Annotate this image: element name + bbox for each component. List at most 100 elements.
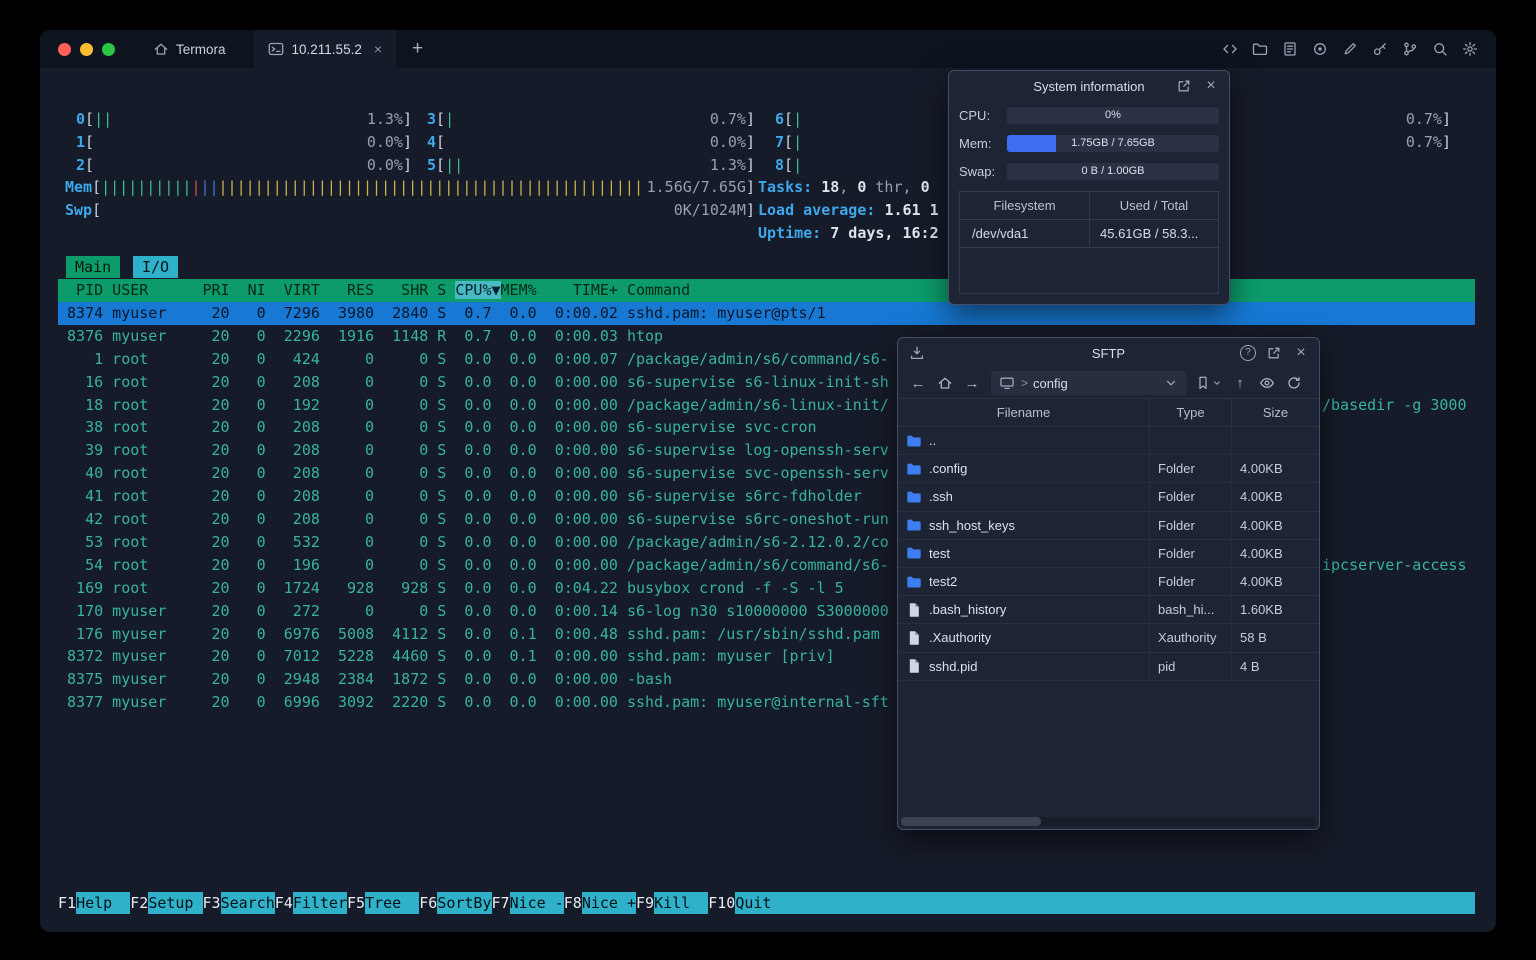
sftp-toolbar: ← → > config ↑ bbox=[898, 368, 1319, 398]
edit-icon[interactable] bbox=[1339, 39, 1360, 60]
file-name: .ssh bbox=[929, 489, 953, 505]
sftp-panel: SFTP ? × ← → > config ↑ Filename Type Si… bbox=[897, 337, 1320, 830]
fbar-filler bbox=[789, 892, 1475, 914]
code-icon[interactable] bbox=[1219, 39, 1240, 60]
fkey-f7[interactable]: F7 Nice - bbox=[492, 892, 564, 914]
minimize-window-button[interactable] bbox=[80, 42, 93, 56]
help-icon[interactable]: ? bbox=[1240, 345, 1256, 361]
memory-meter: Mem[|||||||||| | || |||||||||||||||||||||||… bbox=[65, 178, 755, 196]
filesystem-row: /dev/vda1 45.61GB / 58.3... bbox=[960, 220, 1218, 248]
transfers-icon[interactable] bbox=[908, 344, 926, 362]
mem-row: Mem: 1.75GB / 7.65GB bbox=[949, 129, 1229, 157]
search-icon[interactable] bbox=[1429, 39, 1450, 60]
computer-icon bbox=[998, 374, 1016, 392]
command-overflow: /basedir -g 3000 bbox=[1322, 395, 1467, 414]
session-tab[interactable]: 10.211.55.2 × bbox=[253, 30, 397, 68]
file-row[interactable]: .bash_history bash_hi... 1.60KB bbox=[898, 596, 1319, 625]
new-tab-button[interactable]: + bbox=[396, 38, 439, 60]
file-row[interactable]: .ssh Folder 4.00KB bbox=[898, 483, 1319, 512]
file-type: Folder bbox=[1149, 455, 1231, 483]
file-row[interactable]: .Xauthority Xauthority 58 B bbox=[898, 624, 1319, 653]
chevron-down-icon bbox=[1211, 377, 1222, 388]
sort-column-cpu[interactable]: CPU%▼ bbox=[455, 281, 501, 299]
file-row[interactable]: .. bbox=[898, 427, 1319, 456]
mem-bar: 1.75GB / 7.65GB bbox=[1007, 134, 1219, 152]
htop-tab-io[interactable]: I/O bbox=[133, 256, 179, 278]
col-filename[interactable]: Filename bbox=[898, 405, 1149, 420]
home-tab[interactable]: Termora bbox=[131, 30, 254, 68]
chevron-down-icon[interactable] bbox=[1162, 374, 1180, 392]
fkey-f4[interactable]: F4 Filter bbox=[275, 892, 347, 914]
home-tab-label: Termora bbox=[176, 41, 226, 57]
file-name: sshd.pid bbox=[929, 658, 978, 674]
file-row[interactable]: test Folder 4.00KB bbox=[898, 539, 1319, 568]
log-icon[interactable] bbox=[1279, 39, 1300, 60]
forward-button[interactable]: → bbox=[960, 371, 984, 395]
cpu-meter-row: 0[|| 1.3%] 3[| 0.7%] 6[| 0.7%] bbox=[40, 108, 1496, 131]
horizontal-scrollbar[interactable] bbox=[901, 817, 1316, 826]
htop-tab-main[interactable]: Main bbox=[66, 256, 121, 278]
resource-meters: CPU: 0% Mem: 1.75GB / 7.65GB Swap: 0 B / 1.00… bbox=[949, 101, 1229, 185]
close-panel-icon[interactable]: × bbox=[1292, 344, 1310, 362]
bookmark-button[interactable] bbox=[1194, 371, 1225, 395]
up-directory-button[interactable]: ↑ bbox=[1228, 371, 1252, 395]
file-name: .Xauthority bbox=[929, 630, 992, 646]
record-icon[interactable] bbox=[1309, 39, 1330, 60]
tasks-summary: Tasks: 18, 0 thr, 0 bbox=[758, 178, 930, 196]
show-hidden-button[interactable] bbox=[1255, 371, 1279, 395]
col-type[interactable]: Type bbox=[1149, 399, 1231, 426]
branch-icon[interactable] bbox=[1399, 39, 1420, 60]
fkey-f9[interactable]: F9 Kill bbox=[636, 892, 709, 914]
file-row[interactable]: ssh_host_keys Folder 4.00KB bbox=[898, 511, 1319, 540]
process-row[interactable]: 8374 myuser 20 0 7296 3980 2840 S 0.7 0.… bbox=[58, 301, 1475, 325]
file-size: 4 B bbox=[1231, 652, 1319, 680]
settings-icon[interactable] bbox=[1459, 39, 1480, 60]
col-size[interactable]: Size bbox=[1231, 399, 1319, 426]
zoom-window-button[interactable] bbox=[102, 42, 115, 56]
load-average: Load average: 1.61 1 bbox=[758, 201, 939, 219]
cpu-row: CPU: 0% bbox=[949, 101, 1229, 129]
file-row[interactable]: test2 Folder 4.00KB bbox=[898, 567, 1319, 597]
home-button[interactable] bbox=[933, 371, 957, 395]
home-icon bbox=[153, 41, 169, 57]
back-button[interactable]: ← bbox=[906, 371, 930, 395]
app-window: Termora 10.211.55.2 × + 0[|| 1.3%] 3[| 0.7%… bbox=[40, 30, 1496, 932]
fs-col-filesystem: Filesystem bbox=[993, 198, 1056, 213]
file-row[interactable]: sshd.pid pid 4 B bbox=[898, 652, 1319, 681]
file-type: pid bbox=[1149, 652, 1231, 680]
process-table-header[interactable]: PID USER PRI NI VIRT RES SHR S CPU%▼MEM%… bbox=[58, 279, 1475, 302]
tab-close-icon[interactable]: × bbox=[374, 41, 382, 57]
fkey-f6[interactable]: F6 SortBy bbox=[419, 892, 492, 914]
file-name: test2 bbox=[929, 574, 958, 590]
terminal-icon bbox=[268, 41, 284, 57]
folder-icon bbox=[906, 545, 922, 561]
path-breadcrumb[interactable]: > config bbox=[991, 371, 1187, 395]
command-overflow: ipcserver-access bbox=[1322, 555, 1467, 574]
file-row[interactable]: .config Folder 4.00KB bbox=[898, 455, 1319, 484]
refresh-button[interactable] bbox=[1282, 371, 1306, 395]
cpu-meter-4: 4[0.0%] bbox=[427, 133, 755, 151]
fkey-f10[interactable]: F10 Quit bbox=[708, 892, 790, 914]
open-in-new-window-icon[interactable] bbox=[1175, 77, 1193, 95]
sysinfo-title: System information bbox=[1033, 78, 1145, 94]
swap-value: 0 B / 1.00GB bbox=[1081, 165, 1145, 177]
close-window-button[interactable] bbox=[58, 42, 71, 56]
folder-icon[interactable] bbox=[1249, 39, 1270, 60]
file-size bbox=[1231, 427, 1319, 455]
scrollbar-thumb[interactable] bbox=[901, 817, 1041, 826]
key-icon[interactable] bbox=[1369, 39, 1390, 60]
fkey-f2[interactable]: F2 Setup bbox=[130, 892, 203, 914]
fkey-f5[interactable]: F5 Tree bbox=[347, 892, 420, 914]
file-size: 4.00KB bbox=[1231, 511, 1319, 539]
file-size: 4.00KB bbox=[1231, 539, 1319, 567]
uptime: Uptime: 7 days, 16:2 bbox=[758, 224, 939, 242]
file-type: bash_hi... bbox=[1149, 596, 1231, 624]
open-in-new-window-icon[interactable] bbox=[1265, 344, 1283, 362]
fkey-f8[interactable]: F8 Nice + bbox=[564, 892, 636, 914]
file-name: test bbox=[929, 545, 950, 561]
cpu-label: CPU: bbox=[959, 107, 991, 123]
close-panel-icon[interactable]: × bbox=[1202, 77, 1220, 95]
cpu-meter-1: 1[0.0%] bbox=[76, 133, 412, 151]
fkey-f3[interactable]: F3 Search bbox=[203, 892, 275, 914]
fkey-f1[interactable]: F1 Help bbox=[58, 892, 131, 914]
